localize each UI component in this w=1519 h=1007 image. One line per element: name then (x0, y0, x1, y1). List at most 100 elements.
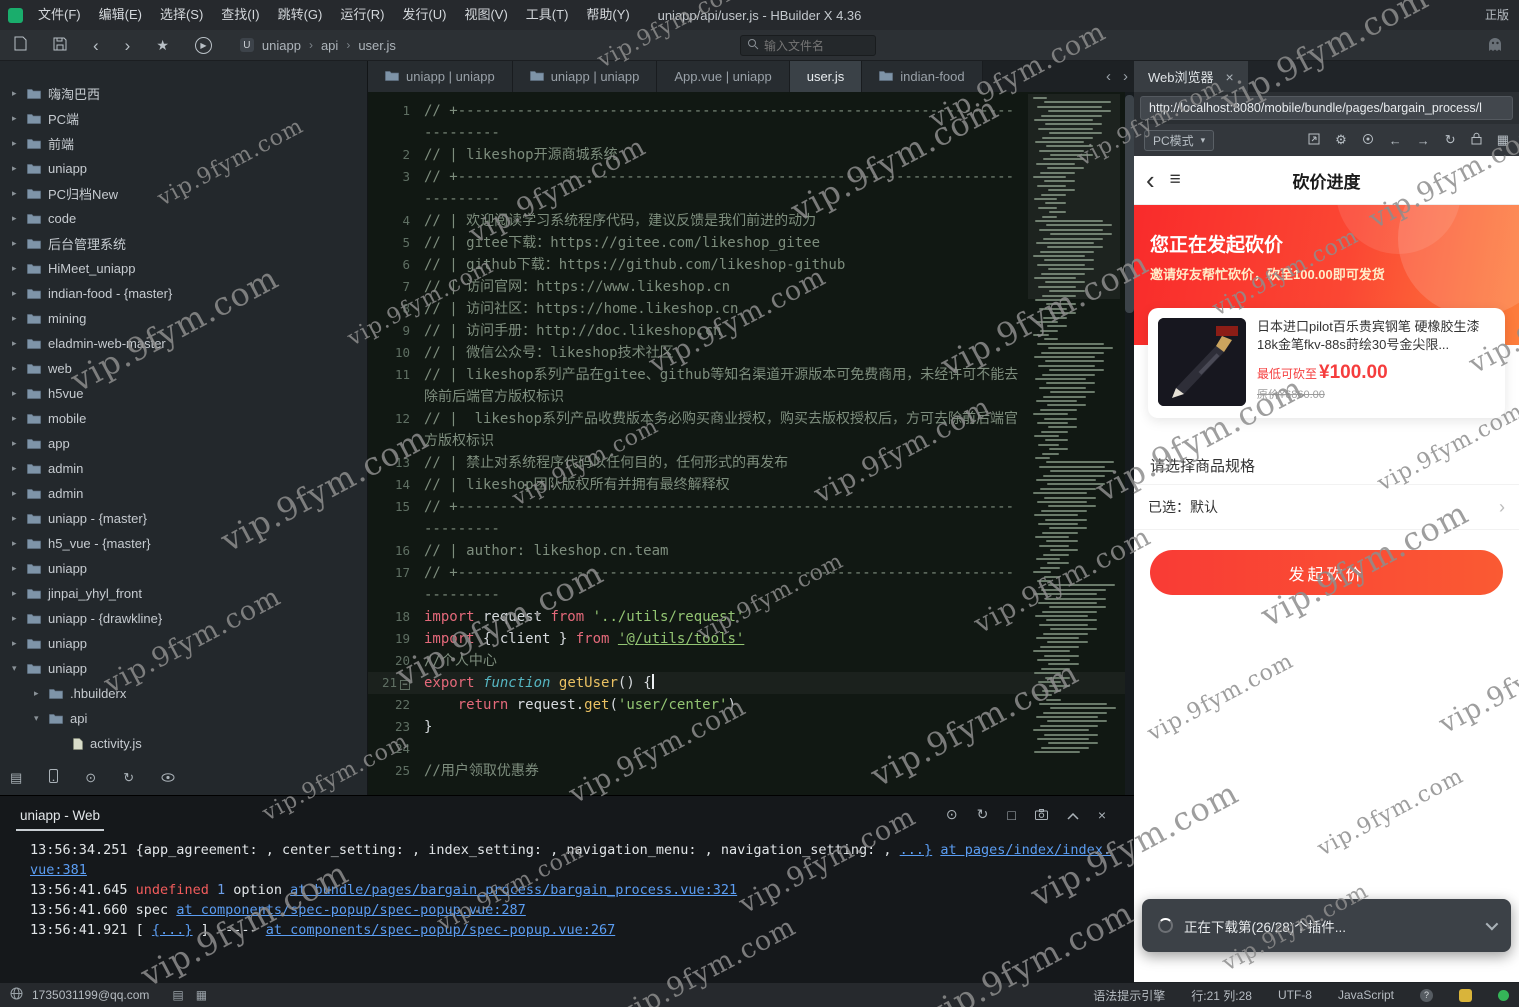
panel-icon[interactable]: ▤ (10, 770, 22, 786)
tree-item[interactable]: ▸.hbuilderx (0, 681, 367, 706)
tab-scroll-right-icon[interactable]: › (1123, 68, 1128, 85)
log-link[interactable]: {...} (152, 922, 193, 938)
tree-item[interactable]: ▸admin (0, 481, 367, 506)
editor-tab[interactable]: uniapp | uniapp (368, 61, 513, 92)
tab-scroll-left-icon[interactable]: ‹ (1106, 68, 1111, 85)
tree-item[interactable]: ▸HiMeet_uniapp (0, 256, 367, 281)
menubar-item[interactable]: 运行(R) (331, 0, 393, 30)
log-link[interactable]: at components/spec-popup/spec-popup.vue:… (176, 902, 526, 918)
editor-tab[interactable]: App.vue | uniapp (657, 61, 789, 92)
menubar-item[interactable]: 文件(F) (29, 0, 90, 30)
code-text[interactable]: // | 访问手册：http://doc.likeshop.cn (416, 320, 1020, 342)
scrollbar-thumb[interactable] (1125, 95, 1134, 313)
tree-item[interactable]: ▸admin (0, 456, 367, 481)
code-text[interactable]: // | likeshop团队版权所有并拥有最终解释权 (416, 474, 1020, 496)
code-text[interactable]: // | github下载：https://github.com/likesho… (416, 254, 1020, 276)
code-text[interactable]: import { client } from '@/utils/tools' (416, 628, 1020, 650)
code-text[interactable]: // | 微信公众号：likeshop技术社区 (416, 342, 1020, 364)
editor-scrollbar[interactable] (1125, 92, 1134, 795)
plugin-download-toast[interactable]: 正在下载第(26/28)个插件... (1142, 899, 1511, 952)
code-text[interactable]: //个人中心 (416, 650, 1020, 672)
code-text[interactable]: // | likeshop系列产品收费版本务必购买商业授权，购买去版权授权后，方… (416, 408, 1020, 452)
menubar-item[interactable]: 跳转(G) (269, 0, 332, 30)
code-text[interactable]: // | author: likeshop.cn.team (416, 540, 1020, 562)
log-link[interactable]: ...} (900, 842, 933, 858)
tree-item[interactable]: ▸uniapp (0, 556, 367, 581)
file-search-box[interactable] (740, 35, 876, 56)
console-tab[interactable]: uniapp - Web (16, 799, 104, 831)
editor-tab[interactable]: user.js (790, 61, 863, 92)
sync-icon[interactable]: ↻ (123, 770, 134, 786)
phone-icon[interactable] (49, 769, 58, 786)
breadcrumb-item[interactable]: uniapp (262, 38, 301, 53)
nav-forward-icon[interactable]: › (125, 37, 131, 54)
tree-item[interactable]: ▸uniapp - {drawkline} (0, 606, 367, 631)
fold-icon[interactable]: − (400, 680, 410, 690)
code-text[interactable]: // | likeshop开源商城系统 (416, 144, 1020, 166)
code-text[interactable]: } (416, 716, 1020, 738)
code-text[interactable] (416, 738, 1020, 760)
tree-item[interactable]: ▸后台管理系统 (0, 231, 367, 256)
tree-item[interactable]: ▸mobile (0, 406, 367, 431)
close-icon[interactable]: × (1226, 69, 1234, 85)
preview-eye-icon[interactable] (161, 770, 175, 785)
browser-tab[interactable]: Web浏览器 × (1134, 61, 1248, 92)
menubar-item[interactable]: 帮助(Y) (577, 0, 638, 30)
menubar-item[interactable]: 编辑(E) (90, 0, 151, 30)
code-text[interactable]: // | 访问官网：https://www.likeshop.cn (416, 276, 1020, 298)
toast-collapse-icon[interactable] (1486, 918, 1499, 931)
grid-layout-icon[interactable]: ▦ (1497, 132, 1509, 148)
tree-item[interactable]: ▸app (0, 431, 367, 456)
tree-item[interactable]: ▸jinpai_yhyl_front (0, 581, 367, 606)
url-input[interactable] (1140, 96, 1513, 120)
start-bargain-button[interactable]: 发起砍价 (1150, 550, 1503, 595)
account-label[interactable]: 1735031199@qq.com (32, 988, 149, 1002)
image-preview-icon[interactable]: ▦ (196, 988, 207, 1002)
tree-item[interactable]: ▸uniapp (0, 156, 367, 181)
back-arrow-icon[interactable]: ‹ (1146, 167, 1155, 193)
menubar-item[interactable]: 工具(T) (517, 0, 578, 30)
editor-tab[interactable]: uniapp | uniapp (513, 61, 658, 92)
code-editor[interactable]: 1// +-----------------------------------… (368, 92, 1125, 795)
code-text[interactable]: import request from '../utils/request' (416, 606, 1020, 628)
tree-item[interactable]: ▸嗨淘巴西 (0, 81, 367, 106)
encoding-label[interactable]: UTF-8 (1278, 988, 1312, 1002)
tree-item[interactable]: ▸indian-food - {master} (0, 281, 367, 306)
log-link[interactable]: at bundle/pages/bargain_process/bargain_… (290, 882, 737, 898)
debug-icon[interactable]: ⊙ (85, 770, 96, 786)
console-debug-icon[interactable]: ⊙ (946, 806, 958, 823)
hbuilder-ghost-icon[interactable] (1485, 34, 1505, 57)
tree-item[interactable]: ▸eladmin-web-master (0, 331, 367, 356)
tree-item[interactable]: activity.js (0, 731, 367, 756)
page-refresh-icon[interactable]: ↻ (1445, 132, 1456, 148)
spec-selector-row[interactable]: 已选：默认 › (1134, 484, 1519, 530)
menubar-item[interactable]: 选择(S) (151, 0, 212, 30)
tree-item[interactable]: ▸mining (0, 306, 367, 331)
menu-hamburger-icon[interactable]: ≡ (1170, 169, 1181, 191)
new-file-icon[interactable] (14, 36, 27, 54)
log-link[interactable]: at components/spec-popup/spec-popup.vue:… (266, 922, 616, 938)
menubar-item[interactable]: 查找(I) (212, 0, 268, 30)
tree-item[interactable]: ▸h5_vue - {master} (0, 531, 367, 556)
tree-item[interactable]: ▸code (0, 206, 367, 231)
code-text[interactable]: return request.get('user/center') (416, 694, 1020, 716)
id-card-icon[interactable]: ▤ (172, 988, 183, 1002)
tree-item[interactable]: ▸PC端 (0, 106, 367, 131)
console-stop-icon[interactable]: □ (1007, 807, 1015, 823)
code-text[interactable]: // +------------------------------------… (416, 562, 1020, 606)
nav-back-icon[interactable]: ‹ (93, 37, 99, 54)
syntax-engine-label[interactable]: 语法提示引擎 (1093, 987, 1165, 1004)
tree-item[interactable]: ▸PC归档New (0, 181, 367, 206)
help-icon[interactable]: ? (1420, 989, 1433, 1002)
breadcrumb-item[interactable]: api (321, 38, 338, 53)
console-restart-icon[interactable]: ↻ (977, 806, 989, 823)
tree-item[interactable]: ▾uniapp (0, 656, 367, 681)
code-text[interactable]: // +------------------------------------… (416, 100, 1020, 144)
code-text[interactable]: // | likeshop系列产品在gitee、github等知名渠道开源版本可… (416, 364, 1020, 408)
language-label[interactable]: JavaScript (1338, 988, 1394, 1002)
open-external-icon[interactable] (1308, 133, 1320, 148)
inspect-target-icon[interactable] (1362, 133, 1374, 148)
minimap[interactable] (1033, 97, 1115, 787)
page-forward-icon[interactable]: → (1417, 133, 1430, 148)
bookmark-star-icon[interactable]: ★ (156, 38, 169, 52)
